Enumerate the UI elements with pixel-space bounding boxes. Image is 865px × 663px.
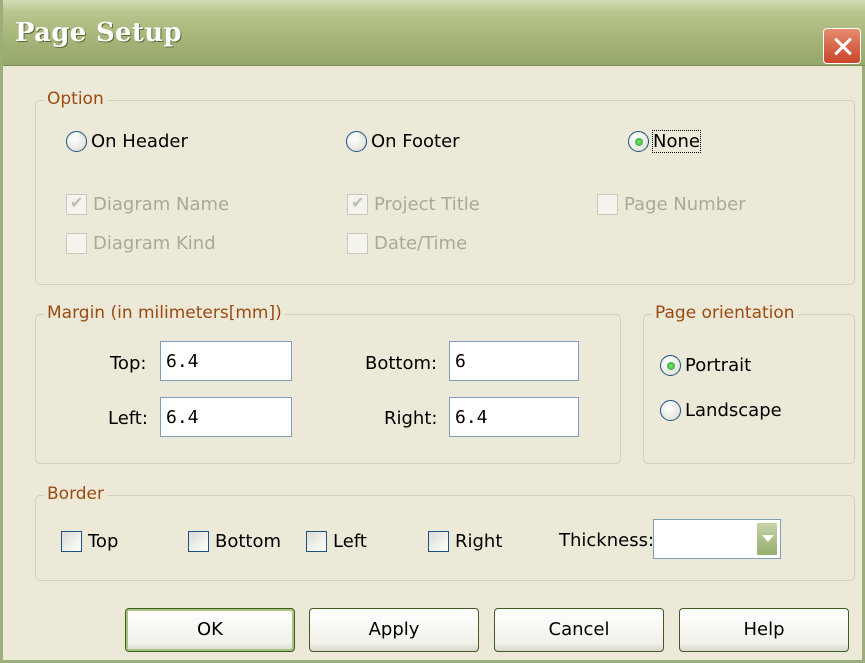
checkbox-icon	[61, 531, 82, 552]
checkbox-icon	[347, 233, 368, 254]
border-bottom-checkbox[interactable]: Bottom	[188, 531, 281, 552]
checkbox-icon	[306, 531, 327, 552]
cancel-button[interactable]: Cancel	[494, 608, 664, 652]
option-legend: Option	[44, 89, 107, 109]
border-right-label: Right	[455, 531, 503, 552]
ok-button[interactable]: OK	[125, 608, 295, 652]
right-margin-input[interactable]	[449, 397, 579, 437]
date-time-label: Date/Time	[374, 233, 468, 254]
border-left-label: Left	[333, 531, 367, 552]
right-margin-label: Right:	[384, 408, 438, 429]
on-header-label: On Header	[91, 131, 188, 152]
date-time-checkbox[interactable]: Date/Time	[347, 233, 467, 254]
radio-selected-icon	[628, 131, 649, 152]
checkbox-checked-icon	[66, 193, 87, 215]
none-radio[interactable]: None	[628, 130, 701, 153]
help-button[interactable]: Help	[679, 608, 849, 652]
left-margin-input[interactable]	[160, 397, 292, 437]
portrait-label: Portrait	[685, 355, 752, 376]
checkbox-icon	[188, 531, 209, 552]
checkbox-icon	[428, 531, 449, 552]
border-left-checkbox[interactable]: Left	[306, 531, 367, 552]
project-title-checkbox[interactable]: Project Title	[347, 193, 480, 215]
landscape-radio[interactable]: Landscape	[660, 400, 782, 421]
thickness-select[interactable]	[653, 519, 781, 559]
page-setup-dialog: Page Setup Option On Header On Footer No…	[0, 0, 865, 663]
landscape-label: Landscape	[685, 400, 782, 421]
diagram-kind-checkbox[interactable]: Diagram Kind	[66, 233, 216, 254]
orientation-group: Page orientation	[643, 303, 855, 464]
bottom-margin-input[interactable]	[449, 341, 579, 381]
diagram-name-checkbox[interactable]: Diagram Name	[66, 193, 230, 215]
on-header-radio[interactable]: On Header	[66, 131, 188, 152]
apply-button[interactable]: Apply	[309, 608, 479, 652]
none-label: None	[652, 130, 701, 153]
border-legend: Border	[44, 484, 107, 504]
top-margin-label: Top:	[110, 353, 147, 374]
radio-circle-icon	[660, 400, 681, 421]
top-margin-input[interactable]	[160, 341, 292, 381]
close-button[interactable]	[823, 28, 861, 64]
thickness-label: Thickness:	[559, 530, 655, 551]
dialog-title: Page Setup	[15, 18, 182, 48]
checkbox-checked-icon	[347, 193, 368, 215]
title-bar[interactable]: Page Setup	[3, 0, 865, 66]
page-number-label: Page Number	[624, 194, 746, 215]
border-bottom-label: Bottom	[215, 531, 282, 552]
chevron-down-icon[interactable]	[756, 522, 778, 556]
border-right-checkbox[interactable]: Right	[428, 531, 502, 552]
diagram-name-label: Diagram Name	[93, 194, 230, 215]
diagram-kind-label: Diagram Kind	[93, 233, 216, 254]
checkbox-icon	[66, 233, 87, 254]
option-group: Option	[35, 89, 855, 285]
radio-selected-icon	[660, 355, 681, 376]
on-footer-radio[interactable]: On Footer	[346, 131, 460, 152]
page-number-checkbox[interactable]: Page Number	[597, 194, 746, 215]
checkbox-icon	[597, 194, 618, 215]
portrait-radio[interactable]: Portrait	[660, 355, 751, 376]
margin-group: Margin (in milimeters[mm])	[35, 303, 621, 464]
bottom-margin-label: Bottom:	[365, 353, 438, 374]
radio-circle-icon	[66, 131, 87, 152]
on-footer-label: On Footer	[371, 131, 460, 152]
margin-legend: Margin (in milimeters[mm])	[44, 303, 285, 323]
project-title-label: Project Title	[374, 194, 480, 215]
orientation-legend: Page orientation	[652, 303, 798, 323]
radio-circle-icon	[346, 131, 367, 152]
border-top-label: Top	[88, 531, 119, 552]
left-margin-label: Left:	[108, 408, 148, 429]
border-top-checkbox[interactable]: Top	[61, 531, 118, 552]
